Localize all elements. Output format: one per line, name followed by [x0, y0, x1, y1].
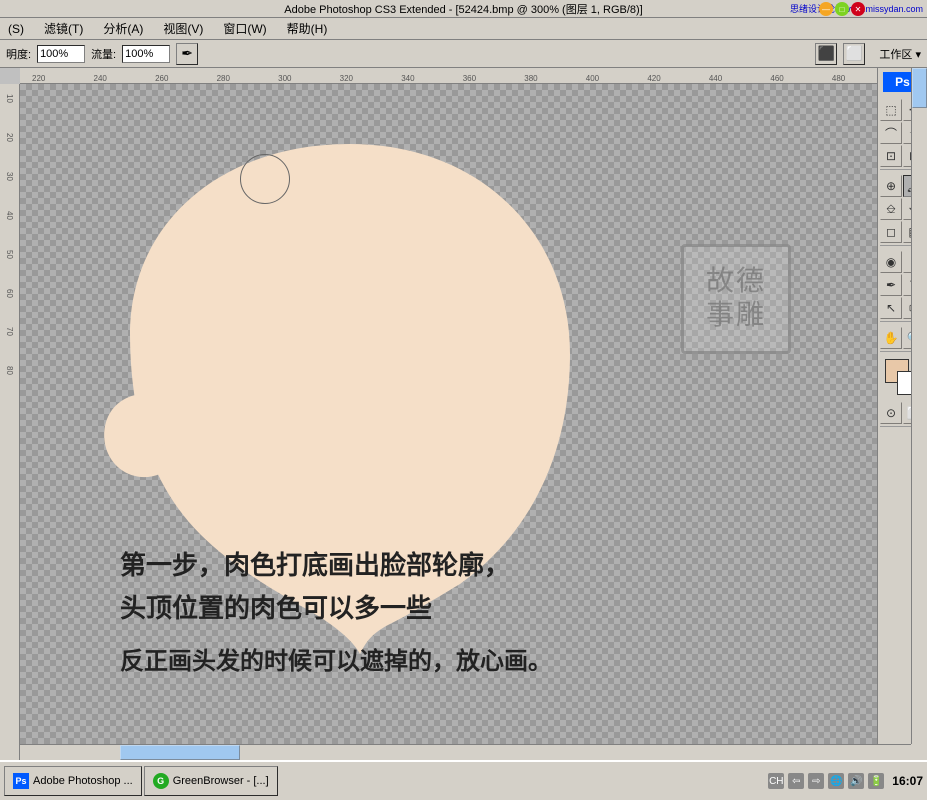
annotation-line2: 头顶位置的肉色可以多一些	[120, 589, 552, 628]
ruler-tick: 280	[217, 74, 230, 83]
canvas-mode-btn[interactable]: ⬛	[815, 43, 837, 65]
ruler-v-tick: 30	[5, 172, 14, 181]
quick-mask-btn[interactable]: ⊙	[880, 402, 902, 424]
clone-stamp-tool[interactable]: ⎒	[880, 198, 902, 220]
brightness-label: 明度:	[6, 46, 31, 62]
blur-tool[interactable]: ◉	[880, 251, 902, 273]
sys-arrow-right-icon[interactable]: ⇨	[808, 773, 824, 789]
ruler-tick: 220	[32, 74, 45, 83]
taskbar-clock: 16:07	[892, 774, 923, 788]
workspace-label: 工作区 ▾	[879, 46, 921, 62]
menubar: (S) 滤镜(T) 分析(A) 视图(V) 窗口(W) 帮助(H)	[0, 18, 927, 40]
ruler-v-tick: 20	[5, 133, 14, 142]
path-select-tool[interactable]: ↖	[880, 297, 902, 319]
brush-cursor	[240, 154, 290, 204]
ruler-tick: 460	[770, 74, 783, 83]
browser-taskbar-icon: G	[153, 773, 169, 789]
pen-tool[interactable]: ✒	[880, 274, 902, 296]
taskbar-browser-label: GreenBrowser - [...]	[173, 775, 269, 787]
sys-battery-icon: 🔋	[868, 773, 884, 789]
menu-filter[interactable]: 滤镜(T)	[40, 18, 87, 39]
scrollbar-v-thumb[interactable]	[912, 68, 927, 108]
ruler-vertical: 10 20 30 40 50 60 70 80	[0, 84, 20, 760]
eraser-tool[interactable]: ◻	[880, 221, 902, 243]
annotation-text: 第一步，肉色打底画出脸部轮廓， 头顶位置的肉色可以多一些 反正画头发的时候可以遮…	[120, 546, 552, 680]
sys-lang-icon[interactable]: CH	[768, 773, 784, 789]
scrollbar-h-thumb[interactable]	[120, 745, 240, 760]
flow-label: 流量:	[91, 46, 116, 62]
menu-view[interactable]: 视图(V)	[159, 18, 207, 39]
ruler-v-tick: 80	[5, 366, 14, 375]
taskbar-browser-btn[interactable]: G GreenBrowser - [...]	[144, 766, 278, 796]
marquee-tool[interactable]: ⬚	[880, 99, 902, 121]
menu-s[interactable]: (S)	[4, 20, 28, 38]
sys-speaker-icon: 🔊	[848, 773, 864, 789]
crop-tool[interactable]: ⊡	[880, 145, 902, 167]
ruler-tick: 320	[340, 74, 353, 83]
taskbar-ps-label: Adobe Photoshop ...	[33, 775, 133, 787]
scrollbar-horizontal[interactable]	[20, 744, 911, 760]
menu-analyze[interactable]: 分析(A)	[99, 18, 147, 39]
taskbar: Ps Adobe Photoshop ... G GreenBrowser - …	[0, 760, 927, 800]
ruler-v-tick: 40	[5, 211, 14, 220]
taskbar-system-tray: CH ⇦ ⇨ 🌐 🔊 🔋 16:07	[768, 773, 923, 789]
sys-network-icon: 🌐	[828, 773, 844, 789]
brightness-input[interactable]	[37, 45, 85, 63]
ps-taskbar-icon: Ps	[13, 773, 29, 789]
window-controls: — □ ✕	[817, 0, 867, 18]
ruler-tick: 380	[524, 74, 537, 83]
ruler-horizontal: 220 240 260 280 300 320 340 360 380 400 …	[20, 68, 911, 84]
ruler-tick: 260	[155, 74, 168, 83]
scrollbar-vertical[interactable]	[911, 68, 927, 744]
ruler-tick: 420	[647, 74, 660, 83]
watermark-stamp: 故德 事雕	[681, 244, 791, 354]
ruler-tick: 440	[709, 74, 722, 83]
ruler-v-tick: 60	[5, 289, 14, 298]
spot-heal-tool[interactable]: ⊕	[880, 175, 902, 197]
airbrush-btn[interactable]: ✒	[176, 43, 198, 65]
minimize-btn[interactable]: —	[819, 2, 833, 16]
hand-tool[interactable]: ✋	[880, 327, 902, 349]
annotation-line1: 第一步，肉色打底画出脸部轮廓，	[120, 546, 552, 585]
ruler-tick: 360	[463, 74, 476, 83]
flow-input[interactable]	[122, 45, 170, 63]
canvas-background: 故德 事雕 第一步，肉色打底画出脸部轮廓， 头顶位置的肉色可以多一些 反正画头发…	[20, 84, 911, 760]
ruler-tick: 340	[401, 74, 414, 83]
lasso-tool[interactable]: ⌒	[880, 122, 902, 144]
canvas-area[interactable]: 故德 事雕 第一步，肉色打底画出脸部轮廓， 头顶位置的肉色可以多一些 反正画头发…	[20, 84, 911, 760]
annotation-line3: 反正画头发的时候可以遮掉的，放心画。	[120, 644, 552, 680]
ruler-tick: 240	[94, 74, 107, 83]
ruler-tick: 300	[278, 74, 291, 83]
titlebar: Adobe Photoshop CS3 Extended - [52424.bm…	[0, 0, 927, 18]
ruler-v-tick: 50	[5, 250, 14, 259]
sys-arrow-left-icon[interactable]: ⇦	[788, 773, 804, 789]
menu-window[interactable]: 窗口(W)	[219, 18, 270, 39]
maximize-btn[interactable]: □	[835, 2, 849, 16]
ruler-v-tick: 10	[5, 94, 14, 103]
titlebar-text: Adobe Photoshop CS3 Extended - [52424.bm…	[284, 1, 642, 17]
screen-mode-btn[interactable]: ⬜	[843, 43, 865, 65]
close-btn[interactable]: ✕	[851, 2, 865, 16]
ruler-v-tick: 70	[5, 327, 14, 336]
ruler-tick: 480	[832, 74, 845, 83]
menu-help[interactable]: 帮助(H)	[283, 18, 332, 39]
taskbar-ps-btn[interactable]: Ps Adobe Photoshop ...	[4, 766, 142, 796]
ruler-tick: 400	[586, 74, 599, 83]
options-bar: 明度: 流量: ✒ ⬛ ⬜ 工作区 ▾	[0, 40, 927, 68]
